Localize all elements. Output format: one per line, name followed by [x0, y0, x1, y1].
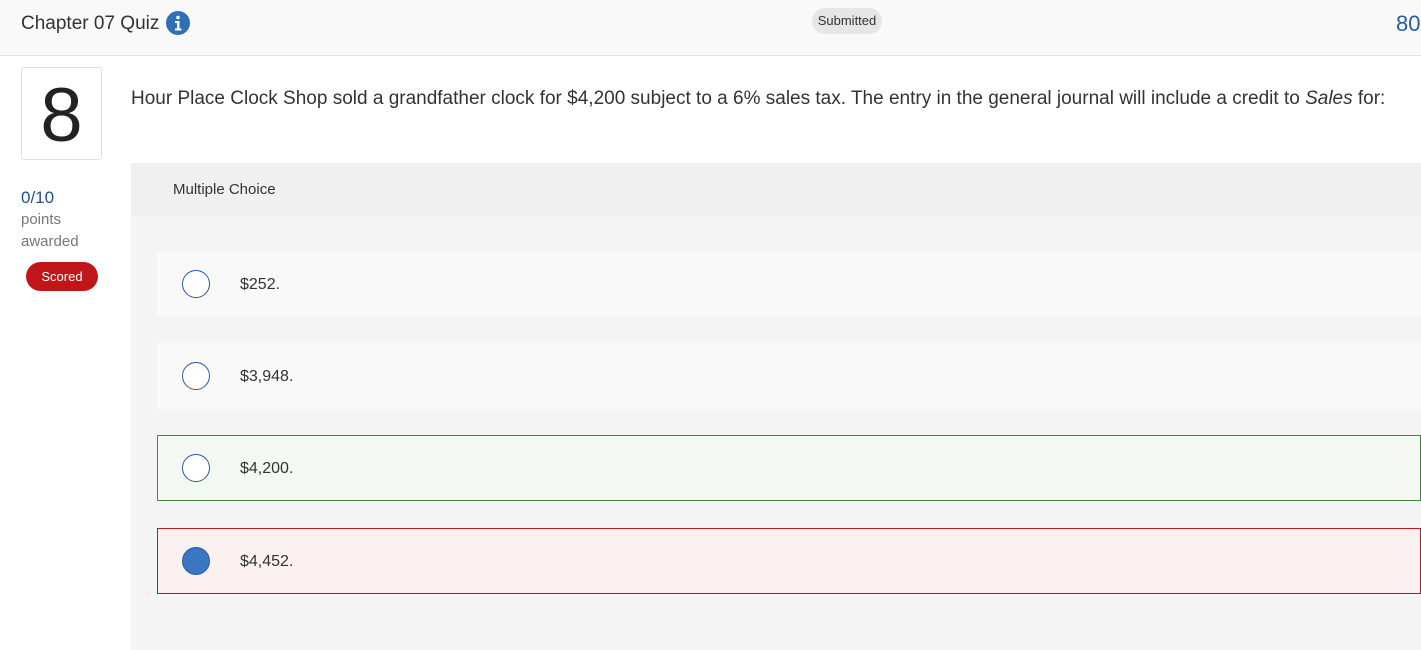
question-text: Hour Place Clock Shop sold a grandfather…: [131, 88, 1385, 110]
scored-badge: Scored: [26, 262, 98, 291]
question-number: 8: [40, 73, 83, 158]
multiple-choice-label: Multiple Choice: [173, 181, 276, 198]
question-text-emphasis: Sales: [1305, 88, 1353, 109]
multiple-choice-panel: Multiple Choice $252. $3,948. $4,200. $4…: [131, 163, 1421, 650]
answer-option-label: $4,200.: [240, 460, 294, 477]
answer-option-label: $3,948.: [240, 368, 294, 385]
answer-option-4-selected[interactable]: $4,452.: [157, 528, 1421, 594]
points-label: points: [21, 211, 62, 228]
points-value: 0/10: [21, 188, 55, 207]
radio-button-selected[interactable]: [182, 547, 210, 575]
answer-option-2[interactable]: $3,948.: [157, 343, 1421, 409]
answer-option-label: $4,452.: [240, 553, 294, 570]
options-list: $252. $3,948. $4,200. $4,452.: [131, 216, 1421, 650]
quiz-header: Chapter 07 Quiz Submitted 80: [0, 0, 1421, 56]
points-awarded-label: awarded: [21, 233, 79, 250]
question-number-box: 8: [21, 67, 102, 160]
radio-button[interactable]: [182, 362, 210, 390]
radio-button[interactable]: [182, 454, 210, 482]
multiple-choice-header: Multiple Choice: [131, 163, 1421, 216]
answer-option-label: $252.: [240, 276, 281, 293]
radio-button[interactable]: [182, 270, 210, 298]
question-text-before: Hour Place Clock Shop sold a grandfather…: [131, 88, 1306, 109]
info-icon[interactable]: [166, 11, 190, 35]
score-display: 80: [1396, 11, 1421, 36]
quiz-title: Chapter 07 Quiz: [21, 13, 160, 34]
question-text-after: for:: [1352, 88, 1386, 109]
status-badge: Submitted: [812, 8, 882, 34]
answer-option-1[interactable]: $252.: [157, 251, 1421, 317]
answer-option-3-correct[interactable]: $4,200.: [157, 435, 1421, 501]
